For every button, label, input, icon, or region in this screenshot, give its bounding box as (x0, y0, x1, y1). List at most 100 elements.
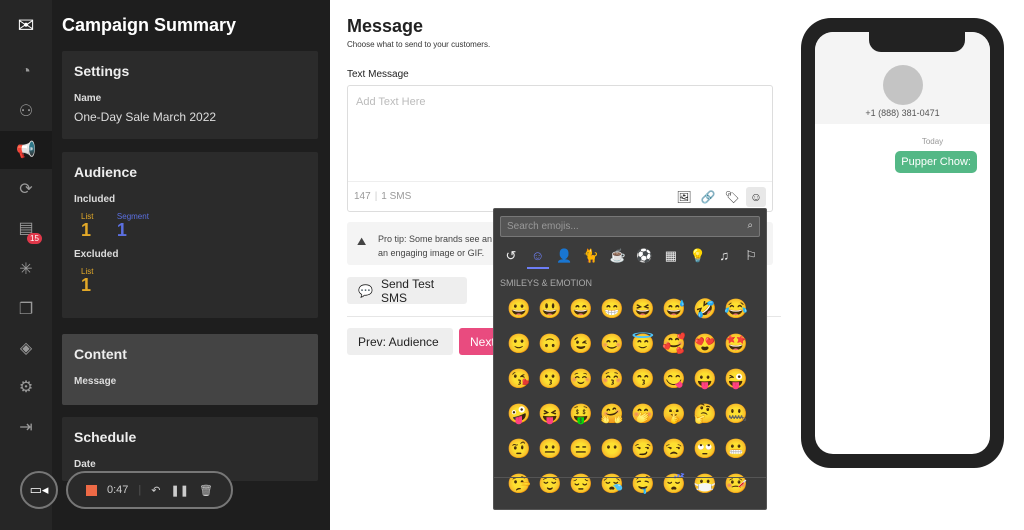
emoji-item[interactable]: 😙 (628, 365, 658, 395)
emoji-item[interactable]: 😐 (535, 435, 565, 465)
panel-title: Campaign Summary (62, 15, 237, 35)
settings-icon[interactable]: ⚙ (0, 368, 52, 406)
emoji-item[interactable]: 😌 (535, 470, 565, 500)
flags-icon[interactable]: ⚐ (740, 248, 762, 269)
people-icon[interactable]: 👤 (553, 248, 575, 269)
char-count: 147 (354, 191, 371, 202)
emoji-item[interactable]: 😊 (597, 330, 627, 360)
emoji-item[interactable]: 🤫 (659, 400, 689, 430)
emoji-search-input[interactable]: Search emojis... ⌕ (500, 216, 760, 237)
automation-icon[interactable]: ⟳ (0, 170, 52, 208)
emoji-item[interactable]: 😆 (628, 295, 658, 325)
emoji-item[interactable]: 😷 (690, 470, 720, 500)
emoji-item[interactable]: 🥰 (659, 330, 689, 360)
emoji-item[interactable]: 😛 (690, 365, 720, 395)
emoji-item[interactable]: 🤨 (504, 435, 534, 465)
undo-icon[interactable]: ↶ (151, 484, 160, 497)
emoji-item[interactable]: 😄 (566, 295, 596, 325)
emoji-item[interactable]: 😔 (566, 470, 596, 500)
emoji-item[interactable]: ☺️ (566, 365, 596, 395)
emoji-item[interactable]: 😋 (659, 365, 689, 395)
included-list: List 1 (81, 212, 94, 240)
emoji-item[interactable]: 😚 (597, 365, 627, 395)
send-test-sms-button[interactable]: 💬 Send Test SMS (347, 277, 467, 305)
pause-icon[interactable]: ❚❚ (171, 484, 189, 497)
emoji-item[interactable]: 🤪 (504, 400, 534, 430)
symbols-icon[interactable]: ♫ (713, 248, 735, 269)
phone-number: +1 (888) 381-0471 (865, 108, 940, 118)
emoji-item[interactable]: 😝 (535, 400, 565, 430)
logo-mail-icon[interactable]: ✉ (0, 6, 52, 44)
settings-heading: Settings (74, 63, 130, 79)
audience-heading: Audience (74, 164, 138, 180)
emoji-item[interactable]: 🙃 (535, 330, 565, 360)
emoji-item[interactable]: 😬 (721, 435, 751, 465)
emoji-item[interactable]: 🤔 (690, 400, 720, 430)
emoji-item[interactable]: 🤤 (628, 470, 658, 500)
audience-card[interactable]: Audience Included List 1 Segment 1 Exclude… (62, 152, 318, 318)
emoji-item[interactable]: 🤭 (628, 400, 658, 430)
food-icon[interactable]: ☕ (607, 248, 629, 269)
tag-icon[interactable]: 🏷 (722, 187, 742, 207)
places-icon[interactable]: ▦ (660, 248, 682, 269)
emoji-item[interactable]: 🤣 (690, 295, 720, 325)
excluded-list: List 1 (81, 267, 94, 295)
emoji-item[interactable]: 🤑 (566, 400, 596, 430)
text-message-input[interactable]: Add Text Here 147 | 1 SMS 🖼 🔗 🏷 ☺ (347, 85, 773, 212)
date-divider: Today (921, 137, 944, 146)
emoji-icon[interactable]: ☺ (746, 186, 766, 207)
emoji-item[interactable]: 😜 (721, 365, 751, 395)
animals-icon[interactable]: 🐈 (580, 248, 602, 269)
content-card[interactable]: Content Message (62, 334, 318, 405)
emoji-item[interactable]: 😅 (659, 295, 689, 325)
emoji-item[interactable]: 😀 (504, 295, 534, 325)
activities-icon[interactable]: ⚽ (633, 248, 655, 269)
link-icon[interactable]: 🔗 (698, 187, 718, 207)
recent-icon[interactable]: ↺ (500, 248, 522, 269)
image-icon[interactable]: 🖼 (674, 187, 694, 207)
emoji-grid: 😀 😃 😄 😁 😆 😅 🤣 😂 🙂 🙃 😉 😊 😇 🥰 😍 🤩 😘 😗 ☺️ 😚 😙 😋 😛 😜 🤪 😝 🤑 🤗 🤭 🤫 🤔 🤐 🤨 😐 😑 😶 😏 😒 🙄… (504, 295, 760, 500)
excluded-label: Excluded (74, 249, 119, 260)
emoji-item[interactable]: 😶 (597, 435, 627, 465)
emoji-item[interactable]: 😂 (721, 295, 751, 325)
campaigns-icon[interactable]: 📢 (0, 131, 52, 169)
objects-icon[interactable]: 💡 (687, 248, 709, 269)
logout-icon[interactable]: ⇥ (0, 408, 52, 446)
emoji-item[interactable]: 🤒 (721, 470, 751, 500)
emoji-item[interactable]: 🙄 (690, 435, 720, 465)
message-label: Message (74, 376, 117, 387)
emoji-item[interactable]: 😉 (566, 330, 596, 360)
smileys-icon[interactable]: ☺ (526, 248, 549, 269)
media-icon[interactable]: ❐ (0, 290, 52, 328)
camera-toggle-button[interactable]: ▭◂ (20, 471, 58, 509)
emoji-item[interactable]: 🤐 (721, 400, 751, 430)
emoji-item[interactable]: 😗 (535, 365, 565, 395)
messages-icon[interactable]: ▤ 15 (0, 209, 52, 247)
emoji-item[interactable]: 😃 (535, 295, 565, 325)
emoji-item[interactable]: 🤥 (504, 470, 534, 500)
trash-icon[interactable]: 🗑 (199, 484, 213, 497)
integrations-icon[interactable]: ◈ (0, 329, 52, 367)
emoji-item[interactable]: 😒 (659, 435, 689, 465)
dashboard-icon[interactable]: ◔ (0, 53, 52, 91)
sms-count: 1 SMS (381, 191, 412, 202)
name-label: Name (74, 93, 102, 104)
emoji-item[interactable]: 🙂 (504, 330, 534, 360)
emoji-item[interactable]: 😁 (597, 295, 627, 325)
emoji-item[interactable]: 🤩 (721, 330, 751, 360)
stop-recording-button[interactable] (86, 484, 97, 496)
emoji-item[interactable]: 😏 (628, 435, 658, 465)
emoji-item[interactable]: 🤗 (597, 400, 627, 430)
emoji-item[interactable]: 😑 (566, 435, 596, 465)
emoji-item[interactable]: 😴 (659, 470, 689, 500)
sms-icon: 💬 (358, 283, 373, 298)
emoji-item[interactable]: 😇 (628, 330, 658, 360)
prev-audience-button[interactable]: Prev: Audience (347, 328, 453, 355)
audience-icon[interactable]: ⚇ (0, 92, 52, 130)
emoji-item[interactable]: 😪 (597, 470, 627, 500)
settings-card[interactable]: Settings Name One-Day Sale March 2022 (62, 51, 318, 139)
emoji-item[interactable]: 😍 (690, 330, 720, 360)
emoji-item[interactable]: 😘 (504, 365, 534, 395)
clicks-icon[interactable]: ✳ (0, 250, 52, 288)
schedule-heading: Schedule (74, 429, 137, 445)
